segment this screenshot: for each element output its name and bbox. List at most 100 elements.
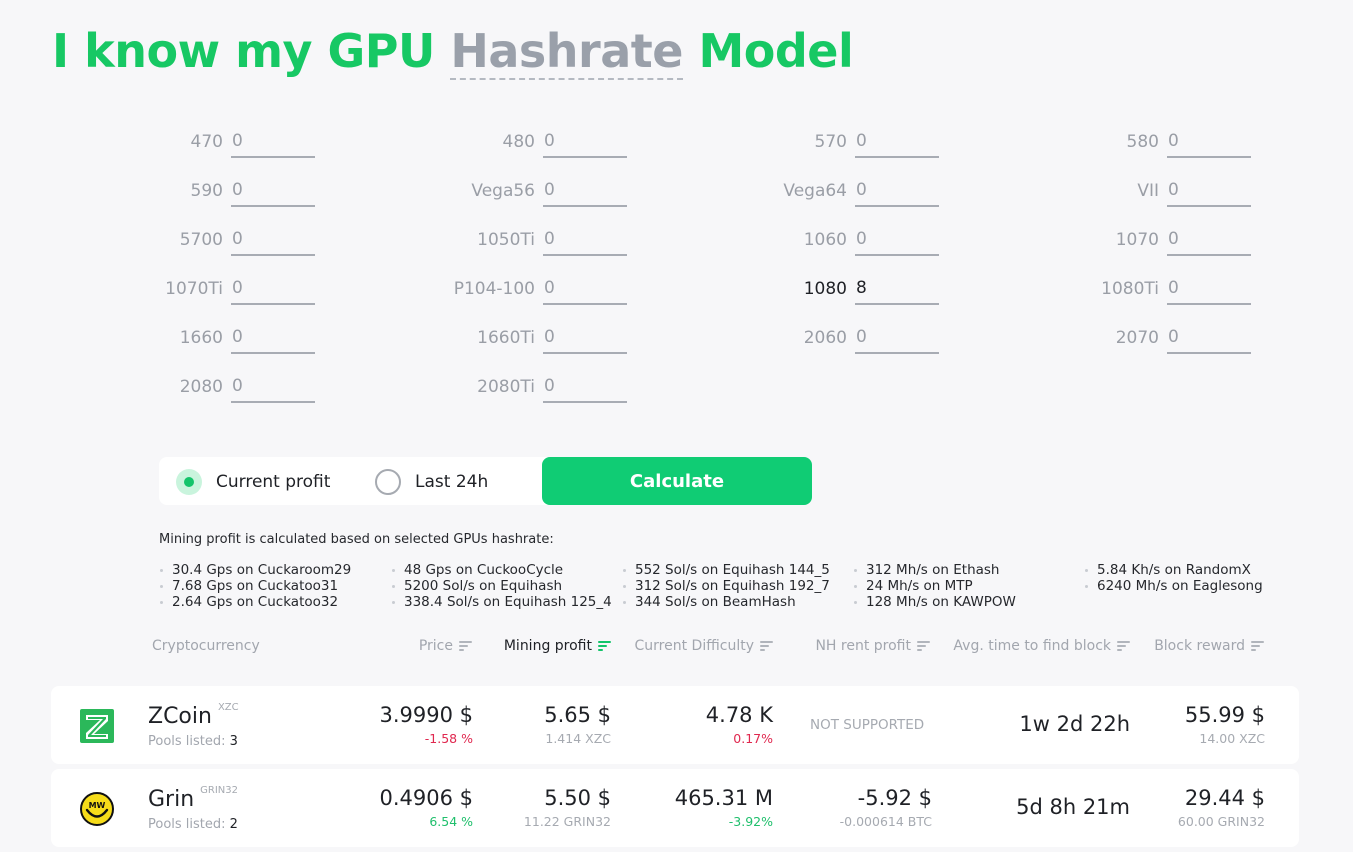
radio-last-24h[interactable]: Last 24h [375,469,488,495]
gpu-count-input[interactable] [1167,324,1251,354]
title-highlight[interactable]: Hashrate [450,24,683,80]
gpu-count-input[interactable] [543,226,627,256]
gpu-field-1070: 1070 [1116,226,1251,256]
profit-value: 5.50 $ [544,786,611,810]
column-label: NH rent profit [815,638,911,654]
coin-name: ZCoin XZC [148,702,239,729]
gpu-label: 1060 [803,230,847,250]
gpu-field-p104-100: P104-100 [454,275,627,305]
hashrate-column: 312 Mh/s on Ethash 24 Mh/s on MTP 128 Mh/s… [853,562,1016,610]
grin-logo-icon: MW [80,792,114,826]
column-price[interactable]: Price [419,638,472,654]
radio-label: Current profit [216,472,331,492]
block-reward-cell: 55.99 $ 14.00 XZC [1185,703,1265,746]
block-time-cell: 5d 8h 21m [1016,795,1130,819]
gpu-count-input[interactable] [1167,128,1251,158]
coin-name-text: Grin [148,787,195,812]
sort-active-icon [598,641,611,651]
calculate-button[interactable]: Calculate [542,457,812,505]
coin-ticker: XZC [217,702,239,713]
gpu-count-input[interactable] [231,324,315,354]
gpu-label: 1080 [803,279,847,299]
gpu-count-input[interactable] [855,324,939,354]
reward-value: 55.99 $ [1184,703,1265,727]
gpu-label: 1080Ti [1101,279,1159,299]
gpu-label: 1070Ti [165,279,223,299]
hashrate-item: 24 Mh/s on MTP [853,578,1016,594]
column-label: Price [418,638,453,654]
gpu-count-input[interactable] [543,373,627,403]
gpu-count-input[interactable] [231,275,315,305]
gpu-field-1660: 1660 [180,324,315,354]
mining-profit-cell: 5.65 $ 1.414 XZC [544,703,611,746]
column-block-reward[interactable]: Block reward [1154,638,1264,654]
title-suffix: Model [698,24,854,78]
gpu-count-input[interactable] [231,177,315,207]
radio-current-profit[interactable]: Current profit [176,469,330,495]
column-mining-profit[interactable]: Mining profit [504,638,611,654]
reward-coin: 14.00 XZC [1199,731,1265,746]
hashrate-item: 338.4 Sol/s on Equihash 125_4 [391,594,612,610]
gpu-count-input[interactable] [231,128,315,158]
hashrate-column: 552 Sol/s on Equihash 144_5 312 Sol/s on … [622,562,830,610]
price-cell: 3.9990 $ -1.58 % [379,703,473,746]
coin-ticker: GRIN32 [200,785,239,796]
difficulty-cell: 4.78 K 0.17% [706,703,773,746]
gpu-field-1660ti: 1660Ti [477,324,627,354]
gpu-label: 470 [190,132,223,152]
gpu-field-1080: 1080 [804,275,939,305]
gpu-field-2070: 2070 [1116,324,1251,354]
table-row-grin[interactable]: MW Grin GRIN32 Pools listed: 2 0.4906 $ 6… [51,769,1299,847]
gpu-count-input[interactable] [231,373,315,403]
gpu-label: 5700 [179,230,223,250]
gpu-count-input[interactable] [543,275,627,305]
gpu-label: VII [1137,181,1159,201]
gpu-field-590: 590 [191,177,315,207]
gpu-count-input[interactable] [1167,226,1251,256]
gpu-count-input[interactable] [855,177,939,207]
price-change: 6.54 % [429,814,473,829]
gpu-count-input[interactable] [1167,275,1251,305]
pools-count: 3 [229,734,238,749]
column-current-difficulty[interactable]: Current Difficulty [635,638,773,654]
block-time-cell: 1w 2d 22h [1019,712,1130,736]
gpu-field-1060: 1060 [804,226,939,256]
gpu-count-input[interactable] [855,275,939,305]
gpu-label: 2080 [179,377,223,397]
column-nh-rent-profit[interactable]: NH rent profit [815,638,930,654]
gpu-count-input[interactable] [1167,177,1251,207]
mining-profit-cell: 5.50 $ 11.22 GRIN32 [524,786,611,829]
profit-mode-bar: Current profit Last 24h Calculate [159,457,812,505]
nh-rent-value: -5.92 $ [857,786,932,810]
gpu-field-570: 570 [815,128,939,158]
gpu-field-2080ti: 2080Ti [477,373,627,403]
gpu-count-input[interactable] [231,226,315,256]
column-label: Avg. time to find block [953,638,1111,654]
gpu-count-input[interactable] [855,226,939,256]
svg-text:MW: MW [89,801,106,810]
gpu-count-input[interactable] [543,177,627,207]
gpu-label: 590 [190,181,223,201]
difficulty-change: -3.92% [728,814,773,829]
difficulty-cell: 465.31 M -3.92% [675,786,773,829]
table-row-zcoin[interactable]: ZCoin XZC Pools listed: 3 3.9990 $ -1.58 … [51,686,1299,764]
pools-listed: Pools listed: 2 [148,817,238,832]
gpu-field-vii: VII [1137,177,1251,207]
sort-icon [459,641,472,651]
gpu-label: Vega56 [471,181,535,201]
pools-label: Pools listed: [148,817,226,832]
gpu-label: Vega64 [783,181,847,201]
column-label: Current Difficulty [634,638,754,654]
profit-value: 5.65 $ [544,703,611,727]
gpu-count-input[interactable] [543,128,627,158]
sort-icon [760,641,773,651]
gpu-count-input[interactable] [855,128,939,158]
profit-coin: 1.414 XZC [545,731,611,746]
gpu-count-input[interactable] [543,324,627,354]
gpu-label: 1070 [1115,230,1159,250]
coin-name: Grin GRIN32 [148,785,239,812]
column-avg-block-time[interactable]: Avg. time to find block [953,638,1130,654]
hashrate-column: 48 Gps on CuckooCycle 5200 Sol/s on Equih… [391,562,612,610]
gpu-field-1050ti: 1050Ti [477,226,627,256]
gpu-field-1070ti: 1070Ti [165,275,315,305]
